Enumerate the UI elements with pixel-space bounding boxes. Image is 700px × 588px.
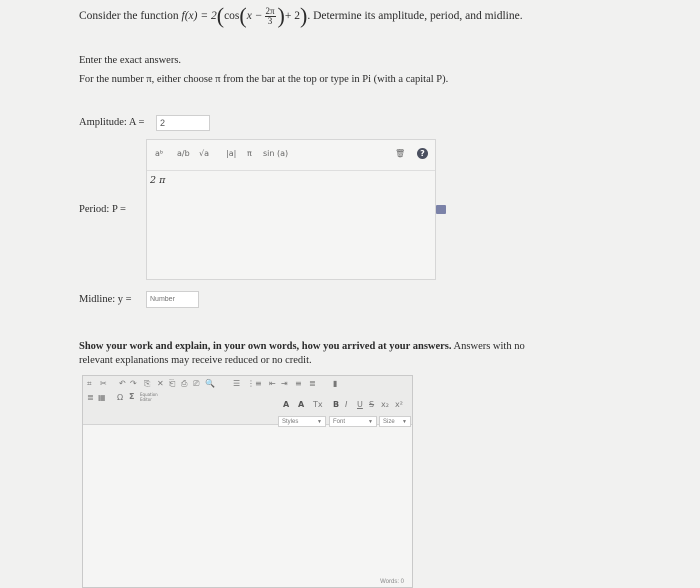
styles-select[interactable]: Styles ▼	[278, 416, 326, 427]
copy-icon[interactable]: ⎘	[144, 379, 150, 389]
fraction-denominator: 3	[267, 15, 273, 26]
size-select[interactable]: Size ▼	[379, 416, 411, 427]
midline-label: Midline: y =	[79, 294, 132, 305]
styles-label: Styles	[282, 419, 299, 425]
question-prefix: Consider the function	[79, 10, 179, 22]
size-label: Size	[383, 419, 395, 425]
help-icon[interactable]: ?	[417, 148, 428, 159]
equation-editor-button[interactable]: Equation Editor	[140, 392, 160, 402]
rich-text-editor[interactable]: ⌗ ✂ ↶ ↷ ⎘ ✕ ⎗ ⎙ ⎚ 🔍 ☰ ⋮≡ ⇤ ⇥ ≡ ≣ ▮ ≣ ▦ Ω…	[82, 375, 413, 588]
align-left-icon[interactable]: ≡	[295, 379, 302, 388]
font-select[interactable]: Font ▼	[329, 416, 377, 427]
paste-icon[interactable]: ⎗	[169, 379, 175, 389]
chevron-down-icon: ▼	[317, 419, 322, 425]
sqrt-button[interactable]: √a	[199, 149, 209, 158]
abs-button[interactable]: |a|	[226, 149, 236, 158]
justify-icon[interactable]: ▮	[333, 379, 337, 388]
fraction-button[interactable]: a/b	[177, 149, 190, 158]
instructions-line1: Enter the exact answers.	[79, 55, 182, 66]
outdent-icon[interactable]: ⇤	[269, 379, 276, 388]
amplitude-input[interactable]: 2	[156, 115, 210, 131]
chevron-down-icon: ▼	[402, 419, 407, 425]
text-color-button[interactable]: A	[283, 400, 289, 409]
align-center-icon[interactable]: ≣	[309, 379, 316, 388]
question-suffix: . Determine its amplitude, period, and m…	[307, 10, 523, 22]
open-paren: (	[216, 3, 225, 28]
remove-icon[interactable]: ✕	[157, 379, 164, 388]
redo-icon[interactable]: ↷	[130, 379, 137, 388]
bg-color-button[interactable]: A	[298, 400, 304, 409]
strike-button[interactable]: S	[369, 400, 374, 409]
close-paren-inner: )	[277, 3, 285, 28]
plus-two: + 2	[284, 10, 300, 22]
underline-button[interactable]: U	[357, 400, 363, 409]
bulleted-list-icon[interactable]: ⋮≡	[247, 379, 262, 388]
close-paren: )	[300, 3, 308, 28]
bold-button[interactable]: B	[333, 400, 339, 409]
paste-text-icon[interactable]: ⎙	[181, 379, 187, 389]
midline-input[interactable]	[146, 291, 199, 308]
superscript-button[interactable]: x²	[395, 400, 403, 409]
undo-icon[interactable]: ↶	[119, 379, 126, 388]
word-count: Words: 0	[380, 579, 404, 585]
open-paren-inner: (	[239, 3, 247, 28]
keyboard-icon[interactable]	[436, 205, 446, 214]
italic-button[interactable]: I	[345, 400, 347, 409]
power-button[interactable]: aᵇ	[155, 149, 163, 158]
instructions-line2: For the number π, either choose π from t…	[79, 74, 449, 85]
trash-icon[interactable]: 🗑	[395, 149, 405, 158]
question-text: Consider the function f(x) = 2 ( cos ( x…	[79, 5, 523, 27]
fraction-numerator: 2π	[264, 5, 276, 17]
period-value: 2 π	[150, 175, 166, 186]
math-toolbar: aᵇ a/b √a |a| π sin (a) 🗑 ?	[147, 140, 435, 171]
work-prompt: Show your work and explain, in your own …	[79, 340, 559, 368]
paste-word-icon[interactable]: ⎚	[193, 379, 199, 389]
font-label: Font	[333, 419, 346, 425]
function-notation: f(x) = 2	[181, 10, 217, 22]
chevron-down-icon: ▼	[368, 419, 373, 425]
sigma-icon[interactable]: Σ	[129, 392, 134, 401]
subscript-button[interactable]: x₂	[381, 400, 389, 409]
pi-button[interactable]: π	[247, 149, 252, 158]
work-prompt-bold: Show your work and explain, in your own …	[79, 341, 452, 352]
period-math-editor[interactable]: aᵇ a/b √a |a| π sin (a) 🗑 ? 2 π	[146, 139, 436, 280]
source-icon[interactable]: ⌗	[87, 379, 92, 389]
cut-icon[interactable]: ✂	[100, 379, 107, 388]
period-label: Period: P =	[79, 204, 126, 215]
omega-icon[interactable]: Ω	[117, 393, 123, 402]
hr-icon[interactable]: ≣	[87, 393, 94, 402]
sin-button[interactable]: sin (a)	[263, 149, 288, 158]
fraction: 2π 3	[264, 5, 276, 26]
clear-format-button[interactable]: Tx	[313, 400, 323, 409]
find-icon[interactable]: 🔍	[205, 379, 215, 388]
indent-icon[interactable]: ⇥	[281, 379, 288, 388]
numbered-list-icon[interactable]: ☰	[233, 379, 240, 388]
table-icon[interactable]: ▦	[98, 393, 106, 402]
x-minus: x −	[246, 10, 263, 22]
cos-text: cos	[224, 10, 240, 22]
amplitude-label: Amplitude: A =	[79, 117, 145, 128]
